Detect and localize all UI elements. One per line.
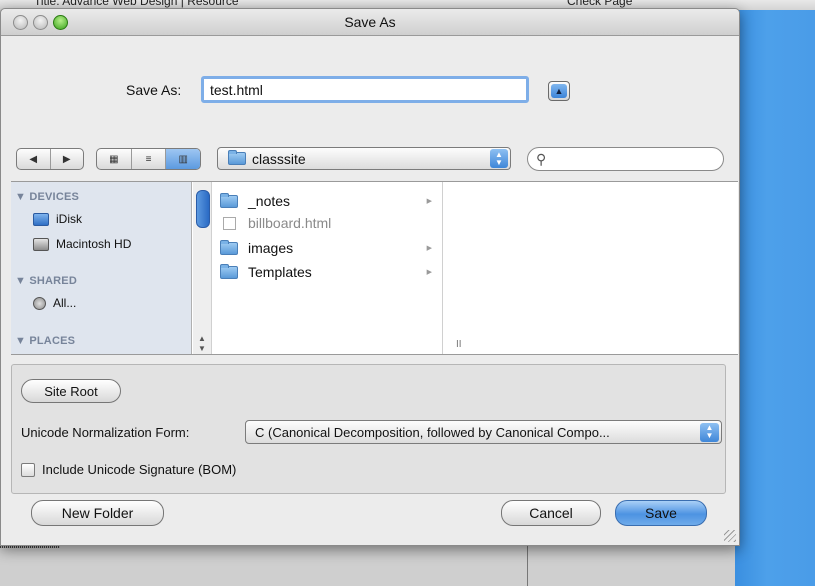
bom-option[interactable]: Include Unicode Signature (BOM) (21, 462, 236, 477)
save-button[interactable]: Save (615, 500, 707, 526)
file-name: Templates (248, 264, 312, 280)
sidebar-item-macintosh-hd[interactable]: Macintosh HD (33, 237, 131, 251)
list-item[interactable]: _notes ▶ (220, 191, 432, 211)
sidebar-item-label: iDisk (56, 212, 82, 226)
icon-view-icon: ▦ (109, 153, 119, 165)
list-view-button[interactable]: ≡ (132, 149, 167, 169)
sidebar-scrollbar[interactable]: ▲ ▼ (193, 182, 212, 354)
network-icon (33, 296, 46, 310)
chevron-right-icon: ▶ (426, 198, 432, 205)
sidebar-item-all[interactable]: All... (33, 296, 76, 310)
chevron-right-icon: ▶ (426, 245, 432, 252)
site-root-button[interactable]: Site Root (21, 379, 121, 403)
new-folder-button[interactable]: New Folder (31, 500, 164, 526)
back-button[interactable]: ◀ (17, 149, 51, 169)
scrollbar-thumb[interactable] (196, 190, 210, 228)
unicode-normalization-select[interactable]: C (Canonical Decomposition, followed by … (245, 420, 722, 444)
list-view-icon: ≡ (145, 153, 152, 165)
check-page-text: Check Page (567, 0, 633, 8)
back-forward-control: ◀ ▶ (16, 148, 84, 170)
icon-view-button[interactable]: ▦ (97, 149, 132, 169)
location-popup[interactable]: classsite ▲ ▼ (217, 147, 511, 170)
file-name: _notes (248, 193, 291, 209)
file-name: images (248, 240, 294, 256)
devices-header[interactable]: ▼ DEVICES (15, 191, 79, 203)
folder-icon (220, 239, 238, 255)
forward-arrow-icon: ▶ (62, 153, 71, 165)
popup-arrows-icon: ▲ ▼ (490, 149, 508, 168)
places-header[interactable]: ▼ PLACES (15, 335, 75, 347)
save-as-label: Save As: (126, 82, 182, 98)
filename-input[interactable] (201, 76, 529, 103)
bom-label: Include Unicode Signature (BOM) (42, 462, 237, 477)
idisk-icon (33, 212, 49, 226)
shared-header[interactable]: ▼ SHARED (15, 275, 77, 287)
column-resize-handle[interactable]: II (456, 339, 462, 350)
column-view-button[interactable]: ▥ (166, 149, 200, 169)
sidebar: ▼ DEVICES iDisk Macintosh HD ▼ SHARED Al… (11, 182, 192, 354)
background-panel (0, 540, 735, 586)
options-pane: Site Root Unicode Normalization Form: C … (11, 364, 726, 494)
bom-checkbox[interactable] (21, 462, 35, 477)
sidebar-item-label: All... (53, 296, 77, 310)
folder-icon (220, 192, 238, 208)
search-icon: ⚲ (536, 150, 547, 167)
resize-grip[interactable] (724, 530, 736, 542)
save-as-dialog: Save As Save As: ▲ ◀ ▶ ▦ ≡ ▥ classsite ▲… (0, 8, 740, 546)
view-mode-control: ▦ ≡ ▥ (96, 148, 201, 170)
list-item[interactable]: images ▶ (220, 238, 432, 258)
column-view-icon: ▥ (178, 153, 188, 165)
location-label: classsite (252, 150, 306, 167)
browser-column: _notes ▶ billboard.html images ▶ Templat… (212, 182, 443, 354)
folder-icon (228, 150, 246, 165)
cancel-button[interactable]: Cancel (501, 500, 601, 526)
dialog-title: Save As (344, 14, 396, 30)
title-bar[interactable]: Save As (1, 9, 739, 36)
folder-icon (220, 263, 238, 279)
back-arrow-icon: ◀ (29, 153, 38, 165)
html-file-icon (223, 216, 236, 230)
sidebar-item-label: Macintosh HD (56, 237, 132, 251)
sidebar-item-idisk[interactable]: iDisk (33, 212, 82, 226)
forward-button[interactable]: ▶ (51, 149, 84, 169)
collapse-dialog-button[interactable]: ▲ (548, 81, 570, 101)
background-divider (527, 540, 528, 586)
desktop-background (735, 10, 815, 586)
list-item[interactable]: billboard.html (220, 213, 432, 233)
popup-arrows-icon: ▲ ▼ (700, 422, 719, 442)
file-browser: ▼ DEVICES iDisk Macintosh HD ▼ SHARED Al… (11, 181, 738, 355)
background-title-text: Title: Advance Web Design | Resource (34, 0, 239, 8)
unicode-normalization-value: C (Canonical Decomposition, followed by … (255, 424, 610, 440)
file-name: billboard.html (248, 215, 332, 231)
hard-drive-icon (33, 237, 49, 251)
unicode-normalization-label: Unicode Normalization Form: (21, 425, 190, 440)
triangle-up-icon: ▲ (554, 86, 564, 96)
scroll-arrows-icon[interactable]: ▲ ▼ (193, 334, 211, 354)
chevron-right-icon: ▶ (426, 269, 432, 276)
search-field[interactable]: ⚲ (527, 147, 724, 171)
list-item[interactable]: Templates ▶ (220, 262, 432, 282)
